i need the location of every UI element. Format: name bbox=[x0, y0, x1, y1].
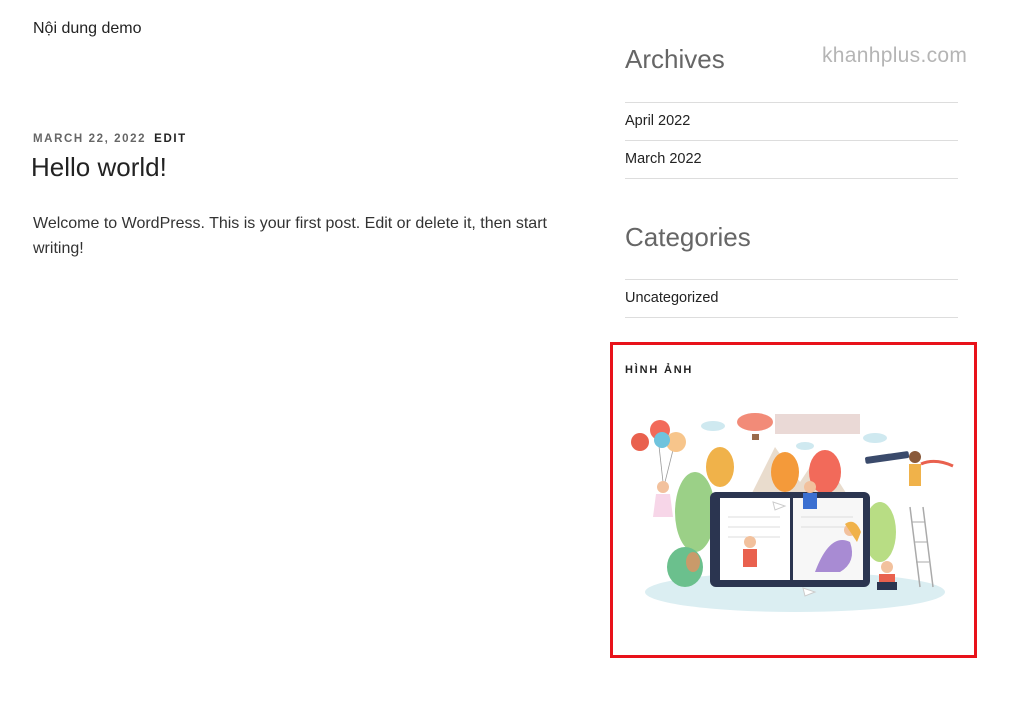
tree-icon bbox=[675, 472, 715, 552]
child-figure bbox=[744, 536, 756, 548]
archives-title: Archives bbox=[625, 44, 725, 74]
post-title[interactable]: Hello world! bbox=[31, 152, 167, 183]
category-item[interactable]: Uncategorized bbox=[625, 280, 958, 318]
telescope-icon bbox=[865, 451, 910, 464]
rabbit-figure bbox=[686, 552, 700, 572]
watermark: khanhplus.com bbox=[822, 44, 968, 67]
reading-illustration bbox=[631, 413, 954, 612]
tree-icon bbox=[771, 452, 799, 492]
site-description: Nội dung demo bbox=[33, 20, 142, 37]
categories-list: Uncategorized bbox=[625, 279, 958, 318]
archive-item[interactable]: April 2022 bbox=[625, 103, 958, 141]
entry-meta: MARCH 22, 2022 EDIT bbox=[33, 133, 187, 145]
child-figure bbox=[909, 451, 921, 463]
post-date[interactable]: MARCH 22, 2022 bbox=[33, 133, 146, 145]
balloon-icon bbox=[631, 433, 649, 451]
cloud-icon bbox=[863, 433, 887, 443]
flag-banner bbox=[775, 414, 860, 434]
archives-list: April 2022 March 2022 bbox=[625, 102, 958, 179]
archive-item[interactable]: March 2022 bbox=[625, 141, 958, 179]
tree-icon bbox=[706, 447, 734, 487]
child-figure bbox=[804, 481, 816, 493]
edit-link[interactable]: EDIT bbox=[154, 133, 187, 145]
cloud-icon bbox=[701, 421, 725, 431]
child-figure bbox=[881, 561, 893, 573]
categories-title: Categories bbox=[625, 222, 751, 252]
balloon-icon bbox=[654, 432, 670, 448]
scarf bbox=[920, 459, 954, 468]
child-figure bbox=[657, 481, 669, 493]
hot-air-balloon-icon bbox=[737, 413, 773, 431]
post-content: Welcome to WordPress. This is your first… bbox=[33, 215, 547, 257]
image-widget-title: HÌNH ẢNH bbox=[625, 364, 694, 376]
cloud-icon bbox=[796, 442, 814, 450]
balloon-basket bbox=[752, 434, 759, 440]
